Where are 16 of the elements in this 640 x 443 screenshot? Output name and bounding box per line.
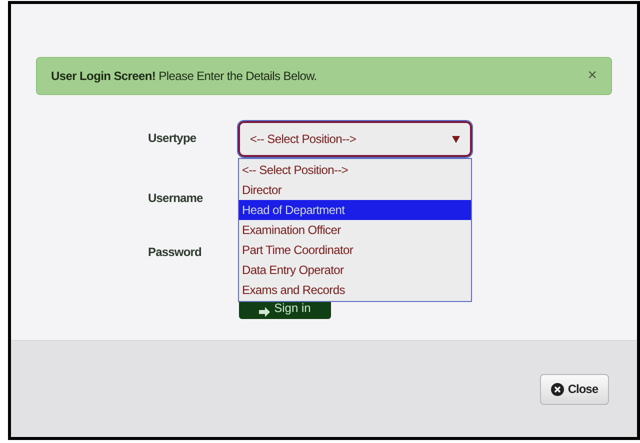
dropdown-option[interactable]: Head of Department <box>239 200 471 220</box>
dropdown-option[interactable]: <-- Select Position--> <box>239 160 471 180</box>
alert-message: User Login Screen! Please Enter the Details Below. <box>51 68 317 85</box>
dropdown-option[interactable]: Examination Officer <box>239 220 471 240</box>
dropdown-option[interactable]: Data Entry Operator <box>239 260 471 280</box>
close-button[interactable]: Close <box>540 374 609 404</box>
field-label: Usertype <box>148 130 196 147</box>
caret-icon <box>452 135 460 143</box>
usertype-select[interactable]: <-- Select Position--> <box>238 121 472 157</box>
field-label: Username <box>148 190 203 207</box>
dropdown-option[interactable]: Director <box>239 180 471 200</box>
sign-in-icon <box>259 307 272 317</box>
field-label: Password <box>148 244 202 261</box>
dropdown-option[interactable]: Part Time Coordinator <box>239 240 471 260</box>
close-icon <box>550 382 564 396</box>
close-button[interactable]: × <box>588 68 597 84</box>
